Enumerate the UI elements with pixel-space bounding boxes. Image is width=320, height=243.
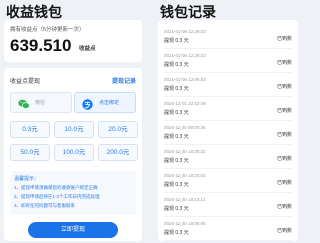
balance-value: 639.510 — [10, 36, 72, 55]
amount-option[interactable]: 100.0元 — [54, 144, 94, 161]
record-status: 已到账 — [276, 60, 292, 66]
record-row: 2020-11-30 18:13:12 提现 0.3 元 已到账 — [164, 194, 292, 217]
amount-option[interactable]: 20.0元 — [98, 121, 138, 138]
amount-option[interactable]: 10.0元 — [54, 121, 94, 138]
record-row: 2020-11-30 18:20:02 提现 0.3 元 已到账 — [164, 170, 292, 193]
notice-line: 3、如有任何问题可与客服联系 — [14, 203, 76, 208]
amount-option[interactable]: 0.3元 — [10, 121, 50, 138]
record-amount: 提现 0.3 元 — [164, 110, 189, 116]
record-amount: 提现 0.3 元 — [164, 182, 189, 188]
payment-option-label: 微信 — [35, 100, 46, 106]
record-amount: 提现 0.3 元 — [164, 62, 189, 68]
record-date: 2021-01-06 12:26:32 — [164, 53, 206, 58]
record-date: 2020-11-30 18:13:12 — [164, 197, 206, 202]
record-status: 已到账 — [276, 36, 292, 42]
records-list: 2021-01-06 12:26:32 提现 0.3 元 已到账 2021-01… — [158, 20, 298, 241]
payment-option-label: 点击绑定 — [99, 100, 120, 106]
withdraw-record-link[interactable]: 提现记录 — [112, 76, 136, 85]
record-row: 2021-01-06 12:06:53 提现 0.3 元 已到账 — [164, 74, 292, 97]
record-amount: 提现 0.3 元 — [164, 206, 189, 212]
record-row: 2020-11-30 18:06:05 提现 0.3 元 已到账 — [164, 218, 292, 241]
record-status: 已到账 — [276, 132, 292, 138]
wechat-icon — [18, 97, 30, 109]
withdraw-card: 收益点提现 提现记录 微信 点击绑定 0.3元 10.0元 20.0元 50.0… — [4, 68, 142, 241]
record-status: 已到账 — [276, 84, 292, 90]
record-amount: 提现 0.3 元 — [164, 38, 189, 44]
notice-title: 温馨提示： — [14, 176, 40, 182]
record-date: 2020-11-30 09:00:36 — [164, 125, 206, 130]
payment-option-wechat[interactable]: 微信 — [10, 92, 72, 113]
record-date: 2020-11-30 18:20:02 — [164, 173, 206, 178]
amount-option[interactable]: 200.0元 — [98, 144, 138, 161]
wallet-panel: 收益钱包 拥有收益点（5分钟更新一次） 639.510 收益点 收益点提现 提现… — [0, 0, 146, 243]
record-row: 2020-11-30 09:00:36 提现 0.3 元 已到账 — [164, 122, 292, 145]
record-row: 2021-01-06 12:26:32 提现 0.3 元 已到账 — [164, 26, 292, 49]
record-row: 2020-12-01 22:52:49 提现 0.3 元 已到账 — [164, 98, 292, 121]
notice-line: 1、提现申请须确保您的收款账户绑定正确 — [14, 185, 98, 190]
amount-option[interactable]: 50.0元 — [10, 144, 50, 161]
record-amount: 提现 0.3 元 — [164, 230, 189, 236]
record-status: 已到账 — [276, 108, 292, 114]
withdraw-submit-button[interactable]: 立即提现 — [28, 222, 118, 238]
record-amount: 提现 0.3 元 — [164, 158, 189, 164]
page-title: 收益钱包 — [6, 4, 62, 20]
payment-option-alipay[interactable]: 点击绑定 — [74, 92, 136, 113]
record-row: 2020-11-30 18:30:32 提现 0.3 元 已到账 — [164, 146, 292, 169]
record-amount: 提现 0.3 元 — [164, 86, 189, 92]
withdraw-label: 收益点提现 — [10, 79, 41, 85]
alipay-icon — [82, 97, 94, 110]
record-status: 已到账 — [276, 228, 292, 234]
record-date: 2021-01-06 12:26:32 — [164, 29, 206, 34]
record-date: 2020-11-30 18:06:05 — [164, 221, 206, 226]
payment-methods: 微信 点击绑定 — [10, 92, 136, 113]
records-panel: 钱包记录 2021-01-06 12:26:32 提现 0.3 元 已到账 20… — [154, 0, 300, 243]
record-amount: 提现 0.3 元 — [164, 134, 189, 140]
balance-card: 拥有收益点（5分钟更新一次） 639.510 收益点 — [4, 20, 142, 62]
balance-unit: 收益点 — [79, 46, 96, 52]
record-status: 已到账 — [276, 204, 292, 210]
records-title: 钱包记录 — [160, 4, 216, 20]
record-status: 已到账 — [276, 156, 292, 162]
record-date: 2020-12-01 22:52:49 — [164, 101, 206, 106]
notice-box: 温馨提示： 1、提现申请须确保您的收款账户绑定正确 2、提现申请后将在1-3个工… — [10, 171, 136, 215]
record-date: 2020-11-30 18:30:32 — [164, 149, 206, 154]
record-row: 2021-01-06 12:26:32 提现 0.3 元 已到账 — [164, 50, 292, 73]
record-status: 已到账 — [276, 180, 292, 186]
notice-line: 2、提现申请后将在1-3个工作日内完成处理 — [14, 194, 100, 199]
balance-label: 拥有收益点（5分钟更新一次） — [10, 27, 85, 33]
record-date: 2021-01-06 12:06:53 — [164, 77, 206, 82]
